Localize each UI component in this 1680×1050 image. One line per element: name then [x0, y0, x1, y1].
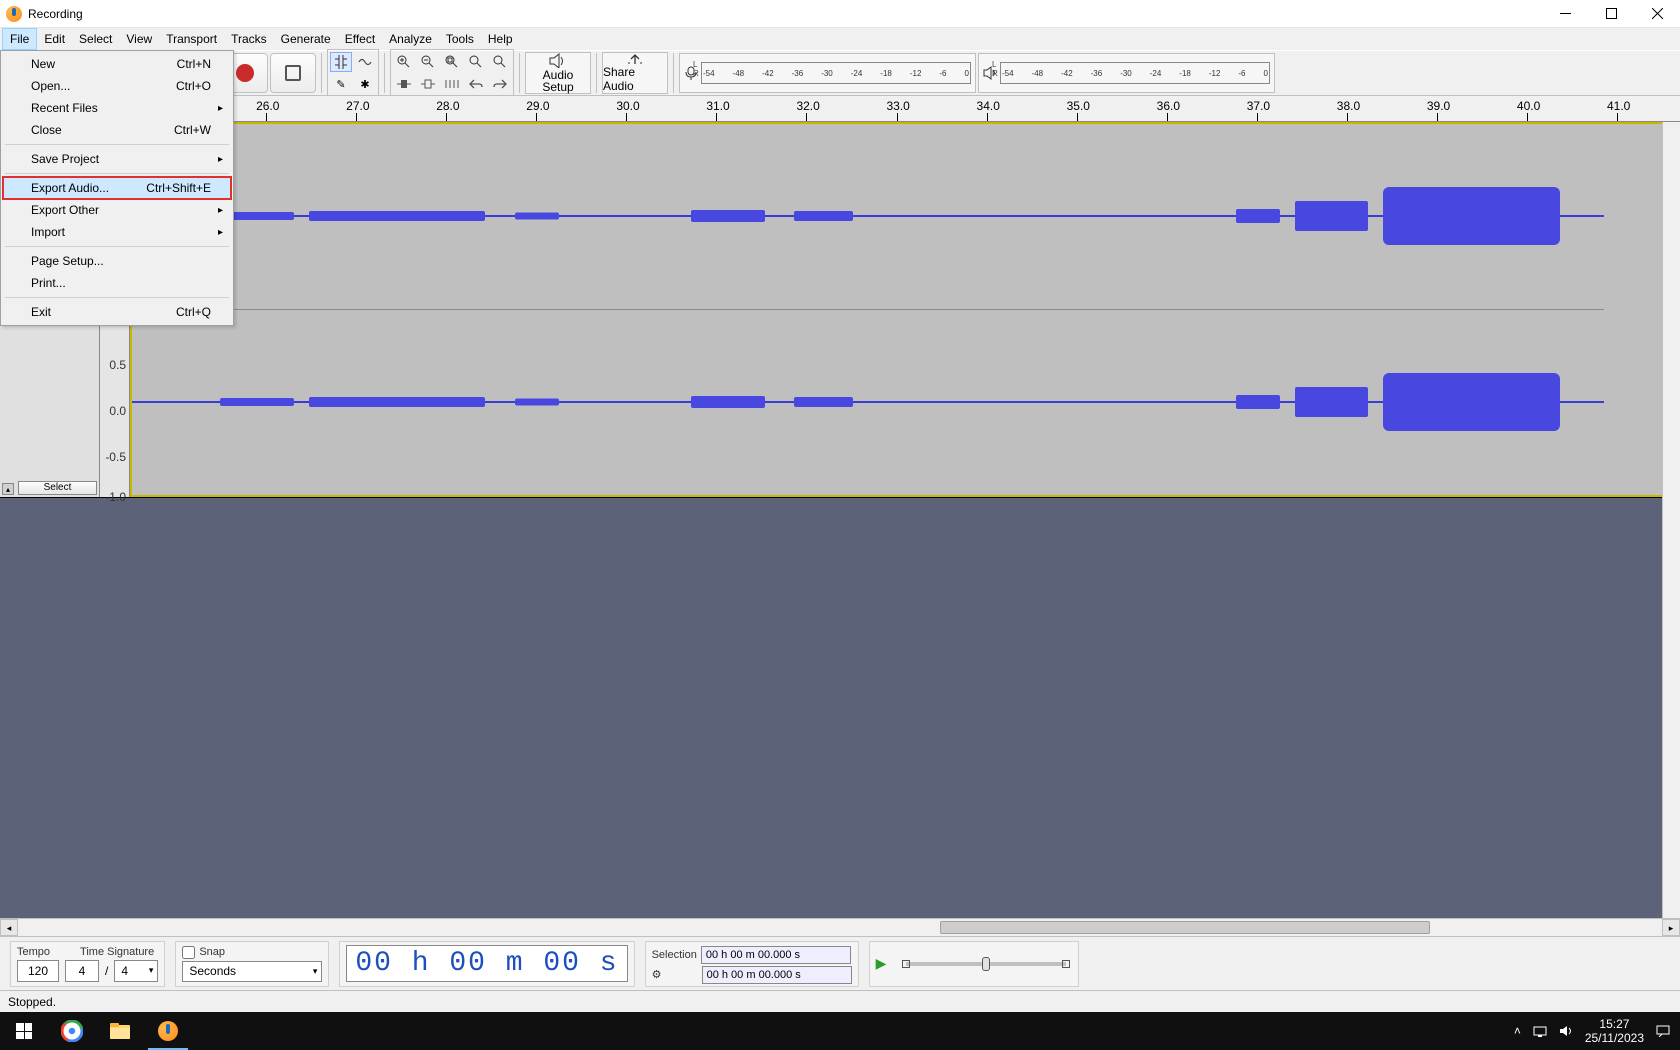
file-menu-export-audio[interactable]: Export Audio...Ctrl+Shift+E: [3, 177, 231, 199]
timesig-denominator[interactable]: 4: [114, 960, 158, 982]
file-menu-print[interactable]: Print...: [3, 272, 231, 294]
selection-tool-icon[interactable]: [330, 52, 352, 72]
multi-tool-icon[interactable]: ✱: [354, 74, 376, 94]
menu-tools[interactable]: Tools: [439, 28, 481, 50]
horizontal-scrollbar[interactable]: ◂ ▸: [0, 918, 1680, 936]
scroll-thumb[interactable]: [940, 921, 1430, 934]
file-menu-recent-files[interactable]: Recent Files▸: [3, 97, 231, 119]
menu-edit[interactable]: Edit: [37, 28, 72, 50]
file-menu-close[interactable]: CloseCtrl+W: [3, 119, 231, 141]
zoom-toggle-icon[interactable]: [489, 52, 511, 72]
maximize-button[interactable]: [1588, 0, 1634, 28]
play-at-speed-button[interactable]: ▶: [876, 955, 894, 973]
tempo-input[interactable]: 120: [17, 960, 59, 982]
fit-selection-icon[interactable]: [441, 52, 463, 72]
file-menu-dropdown: NewCtrl+NOpen...Ctrl+ORecent Files▸Close…: [0, 50, 234, 326]
file-menu-exit[interactable]: ExitCtrl+Q: [3, 301, 231, 323]
start-button[interactable]: [0, 1012, 48, 1050]
selection-start[interactable]: 00 h 00 m 00.000 s: [701, 946, 851, 964]
silence-icon[interactable]: [417, 74, 439, 94]
menu-help[interactable]: Help: [481, 28, 520, 50]
close-button[interactable]: [1634, 0, 1680, 28]
menu-file[interactable]: File: [2, 28, 37, 50]
sync-lock-icon[interactable]: [441, 74, 463, 94]
fit-project-icon[interactable]: [465, 52, 487, 72]
audio-track: ▴ Select 1.00.50.0-0.5-1.0: [0, 122, 1680, 498]
record-meter[interactable]: LR -54-48-42-36-30-24-18-12-60: [679, 53, 976, 93]
app-logo: [6, 6, 22, 22]
toolbar: ✎ ✱ Audio Setup Share Audio: [0, 50, 1680, 96]
timesig-label: Time Signature: [80, 946, 154, 958]
menu-tracks[interactable]: Tracks: [224, 28, 274, 50]
menubar: FileEditSelectViewTransportTracksGenerat…: [0, 28, 1680, 50]
track-menu-button[interactable]: ▴: [2, 483, 14, 495]
file-menu-new[interactable]: NewCtrl+N: [3, 53, 231, 75]
selection-end[interactable]: 00 h 00 m 00.000 s: [702, 966, 852, 984]
tempo-label: Tempo: [17, 946, 50, 958]
waveform-display[interactable]: [130, 122, 1680, 497]
tray-notifications-icon[interactable]: [1656, 1025, 1670, 1037]
tray-network-icon[interactable]: [1533, 1025, 1547, 1037]
file-explorer-icon[interactable]: [96, 1012, 144, 1050]
zoom-out-icon[interactable]: [417, 52, 439, 72]
file-menu-save-project[interactable]: Save Project▸: [3, 148, 231, 170]
timesig-numerator[interactable]: 4: [65, 960, 99, 982]
window-title: Recording: [28, 7, 83, 21]
file-menu-import[interactable]: Import▸: [3, 221, 231, 243]
track-select-button[interactable]: Select: [18, 481, 97, 495]
track-area: ▴ Select 1.00.50.0-0.5-1.0: [0, 122, 1680, 918]
file-menu-export-other[interactable]: Export Other▸: [3, 199, 231, 221]
bottom-toolbar: Tempo Time Signature 120 4 / 4 Snap Seco…: [0, 936, 1680, 990]
tray-volume-icon[interactable]: [1559, 1025, 1573, 1037]
loop-button[interactable]: [270, 53, 316, 93]
status-bar: Stopped.: [0, 990, 1680, 1012]
snap-checkbox[interactable]: Snap: [182, 946, 225, 959]
scroll-right-button[interactable]: ▸: [1662, 919, 1680, 936]
timeline-ruler[interactable]: 25.026.027.028.029.030.031.032.033.034.0…: [0, 96, 1680, 122]
trim-icon[interactable]: [393, 74, 415, 94]
taskbar: ˄ 15:2725/11/2023: [0, 1012, 1680, 1050]
redo-icon[interactable]: [489, 74, 511, 94]
zoom-in-icon[interactable]: [393, 52, 415, 72]
snap-unit-select[interactable]: Seconds: [182, 961, 322, 982]
menu-view[interactable]: View: [119, 28, 159, 50]
chrome-icon[interactable]: [48, 1012, 96, 1050]
audio-setup-button[interactable]: Audio Setup: [525, 52, 591, 94]
menu-transport[interactable]: Transport: [159, 28, 224, 50]
playback-meter[interactable]: LR -54-48-42-36-30-24-18-12-60: [978, 53, 1275, 93]
share-audio-button[interactable]: Share Audio: [602, 52, 668, 94]
time-counter[interactable]: 00 h 00 m 00 s: [346, 945, 627, 982]
tray-chevron-icon[interactable]: ˄: [1514, 1024, 1521, 1038]
menu-select[interactable]: Select: [72, 28, 119, 50]
menu-analyze[interactable]: Analyze: [382, 28, 439, 50]
file-menu-page-setup[interactable]: Page Setup...: [3, 250, 231, 272]
menu-generate[interactable]: Generate: [274, 28, 338, 50]
status-text: Stopped.: [8, 995, 56, 1009]
scroll-left-button[interactable]: ◂: [0, 919, 18, 936]
envelope-tool-icon[interactable]: [354, 52, 376, 72]
gear-icon[interactable]: ⚙: [652, 968, 698, 981]
menu-effect[interactable]: Effect: [338, 28, 382, 50]
file-menu-open[interactable]: Open...Ctrl+O: [3, 75, 231, 97]
audacity-taskbar-icon[interactable]: [144, 1012, 192, 1050]
playback-speed-slider[interactable]: [906, 962, 1066, 966]
vertical-scrollbar[interactable]: [1662, 122, 1680, 918]
draw-tool-icon[interactable]: ✎: [330, 74, 352, 94]
tray-clock[interactable]: 15:2725/11/2023: [1585, 1017, 1644, 1046]
selection-label: Selection: [652, 949, 697, 961]
undo-icon[interactable]: [465, 74, 487, 94]
